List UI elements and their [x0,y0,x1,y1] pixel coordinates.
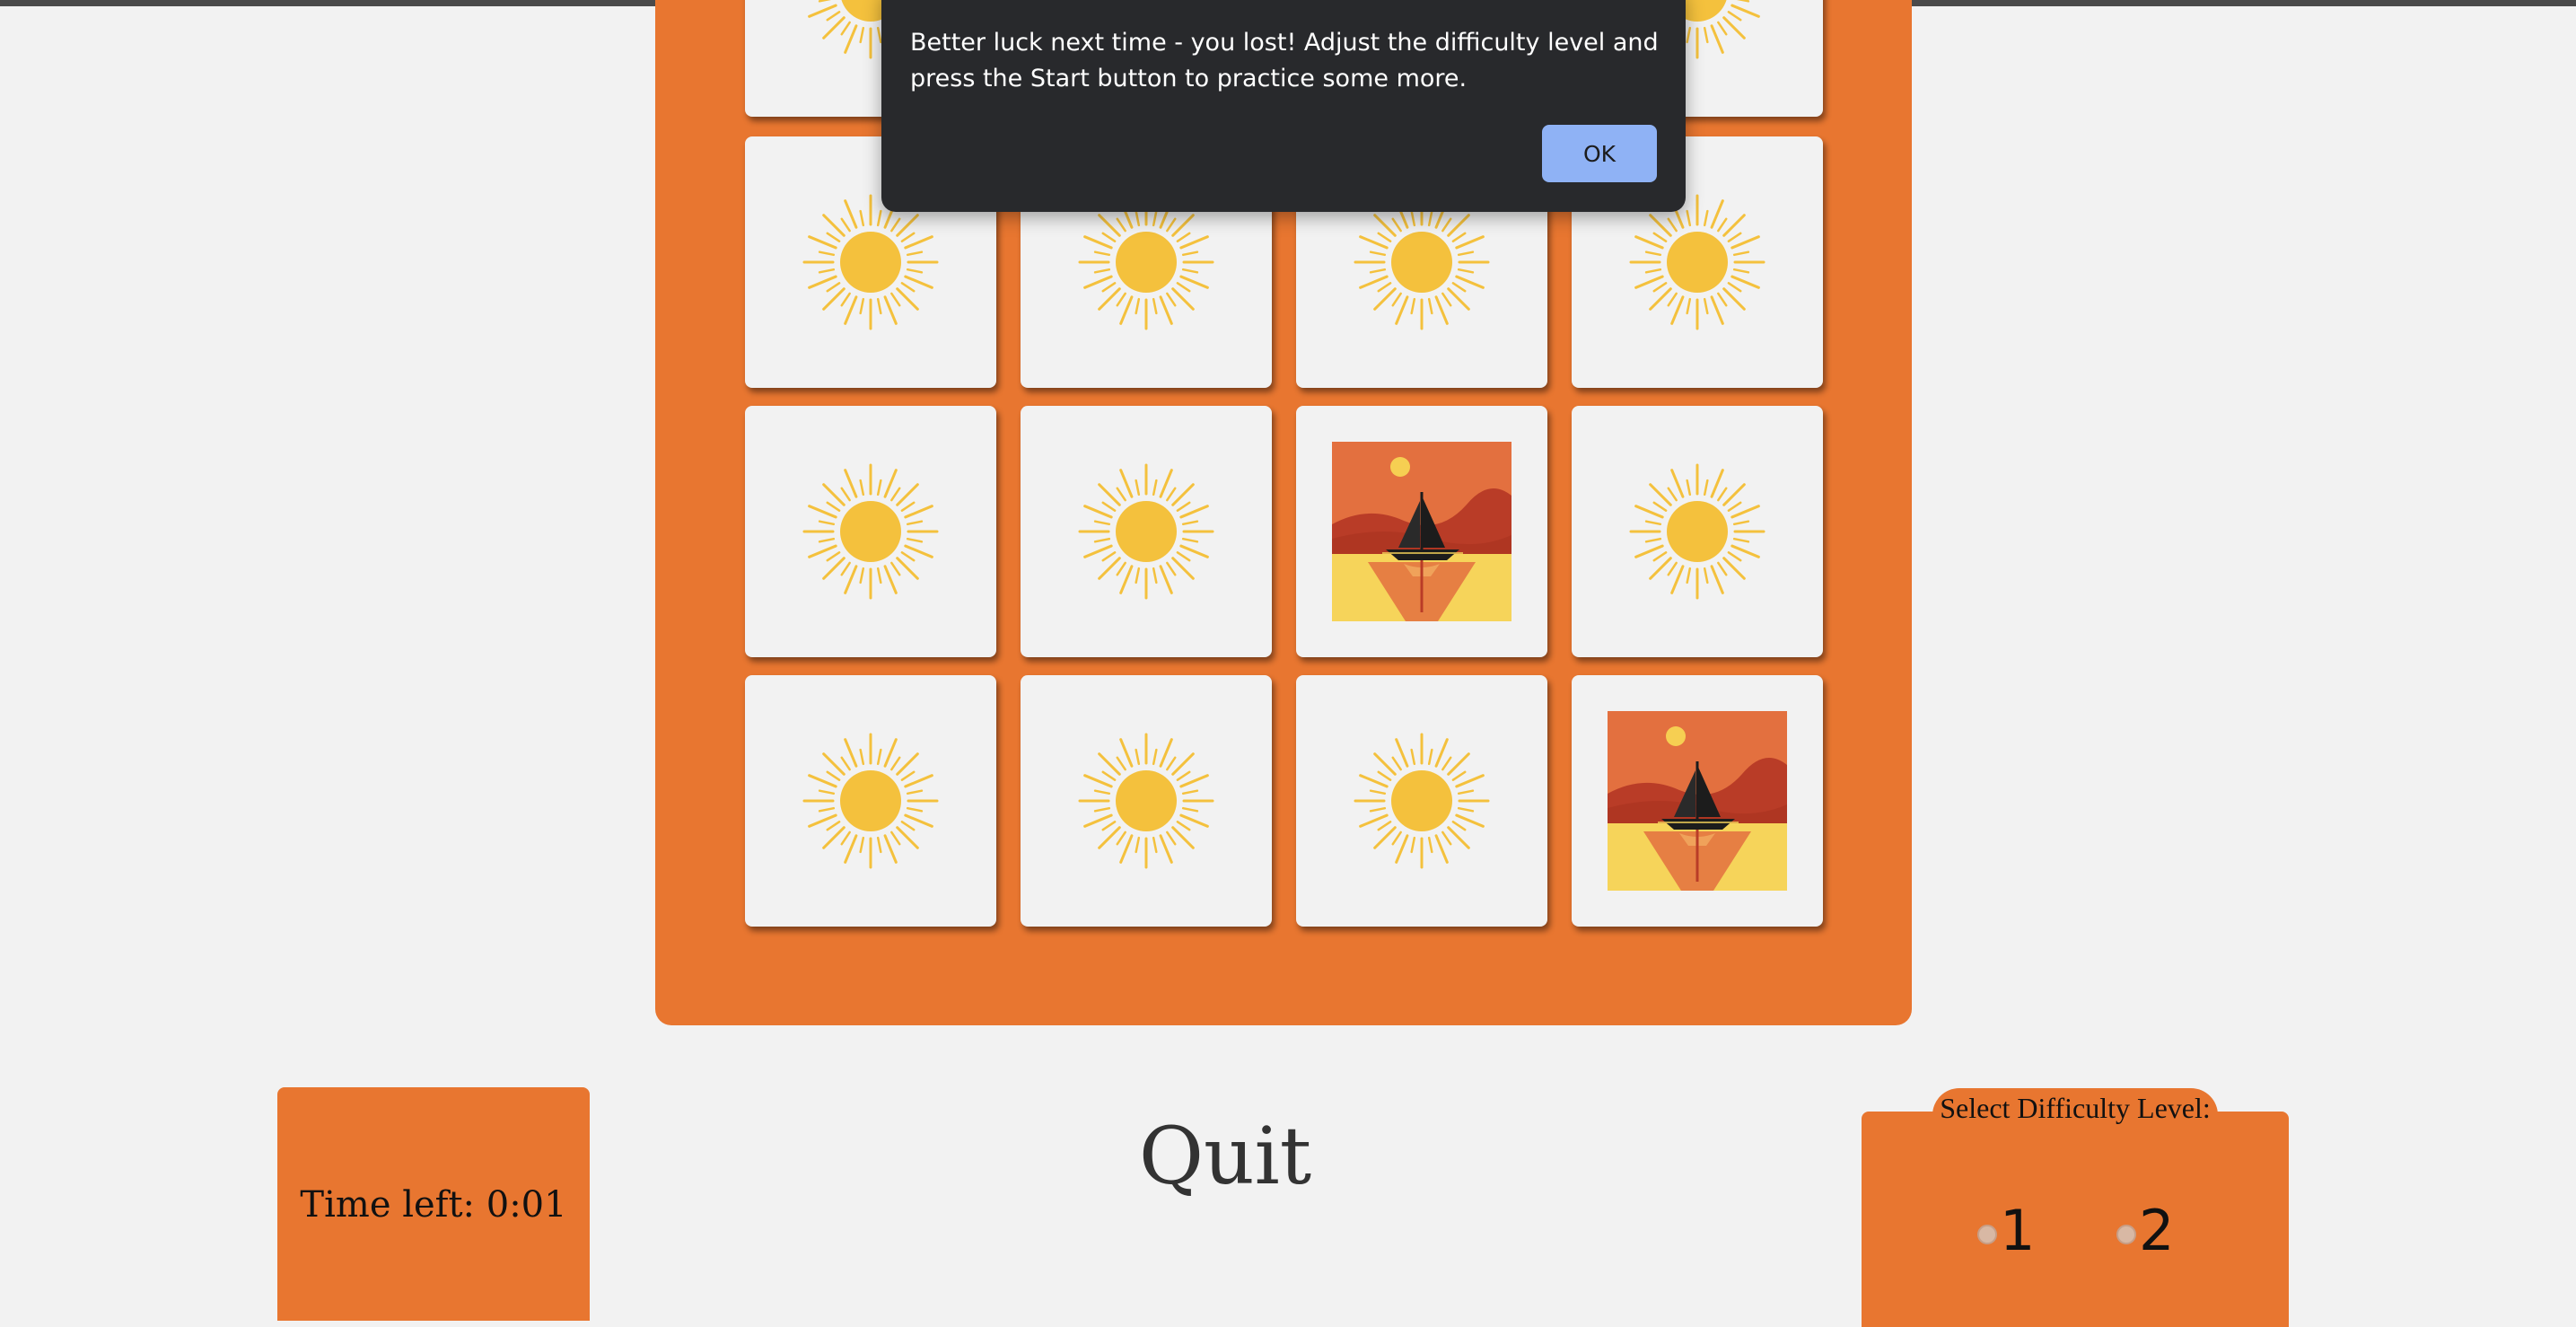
sun-icon [1078,194,1214,330]
difficulty-radio-2[interactable] [2116,1225,2136,1244]
sun-icon [1354,733,1490,869]
sun-icon [1629,194,1766,330]
time-left-text: Time left: 0:01 [300,1184,567,1226]
sailboat-sunset-image [1332,442,1511,621]
card[interactable] [1021,675,1272,927]
alert-dialog: Better luck next time - you lost! Adjust… [881,0,1686,212]
difficulty-option-2-label: 2 [2139,1198,2175,1263]
quit-button[interactable]: Quit [1077,1110,1373,1208]
card[interactable] [1296,406,1547,657]
sun-icon [1354,194,1490,330]
card[interactable] [1572,406,1823,657]
sun-icon [802,463,939,600]
sun-icon [1078,733,1214,869]
sailboat-sunset-image [1608,711,1787,891]
card[interactable] [1296,675,1547,927]
card[interactable] [745,675,996,927]
timer-panel: Time left: 0:01 [277,1087,590,1321]
card[interactable] [745,406,996,657]
sun-icon [802,194,939,330]
difficulty-option-1-label: 1 [2000,1198,2036,1263]
dialog-title-cutoff [910,0,1655,5]
sun-icon [802,733,939,869]
dialog-message: Better luck next time - you lost! Adjust… [910,29,1659,92]
card[interactable] [1021,406,1272,657]
ok-button[interactable]: OK [1542,125,1657,182]
sun-icon [1078,463,1214,600]
difficulty-title: Select Difficulty Level: [1940,1092,2211,1124]
difficulty-radio-1[interactable] [1977,1225,1997,1244]
difficulty-panel [1862,1112,2289,1327]
card[interactable] [1572,675,1823,927]
sun-icon [1629,463,1766,600]
